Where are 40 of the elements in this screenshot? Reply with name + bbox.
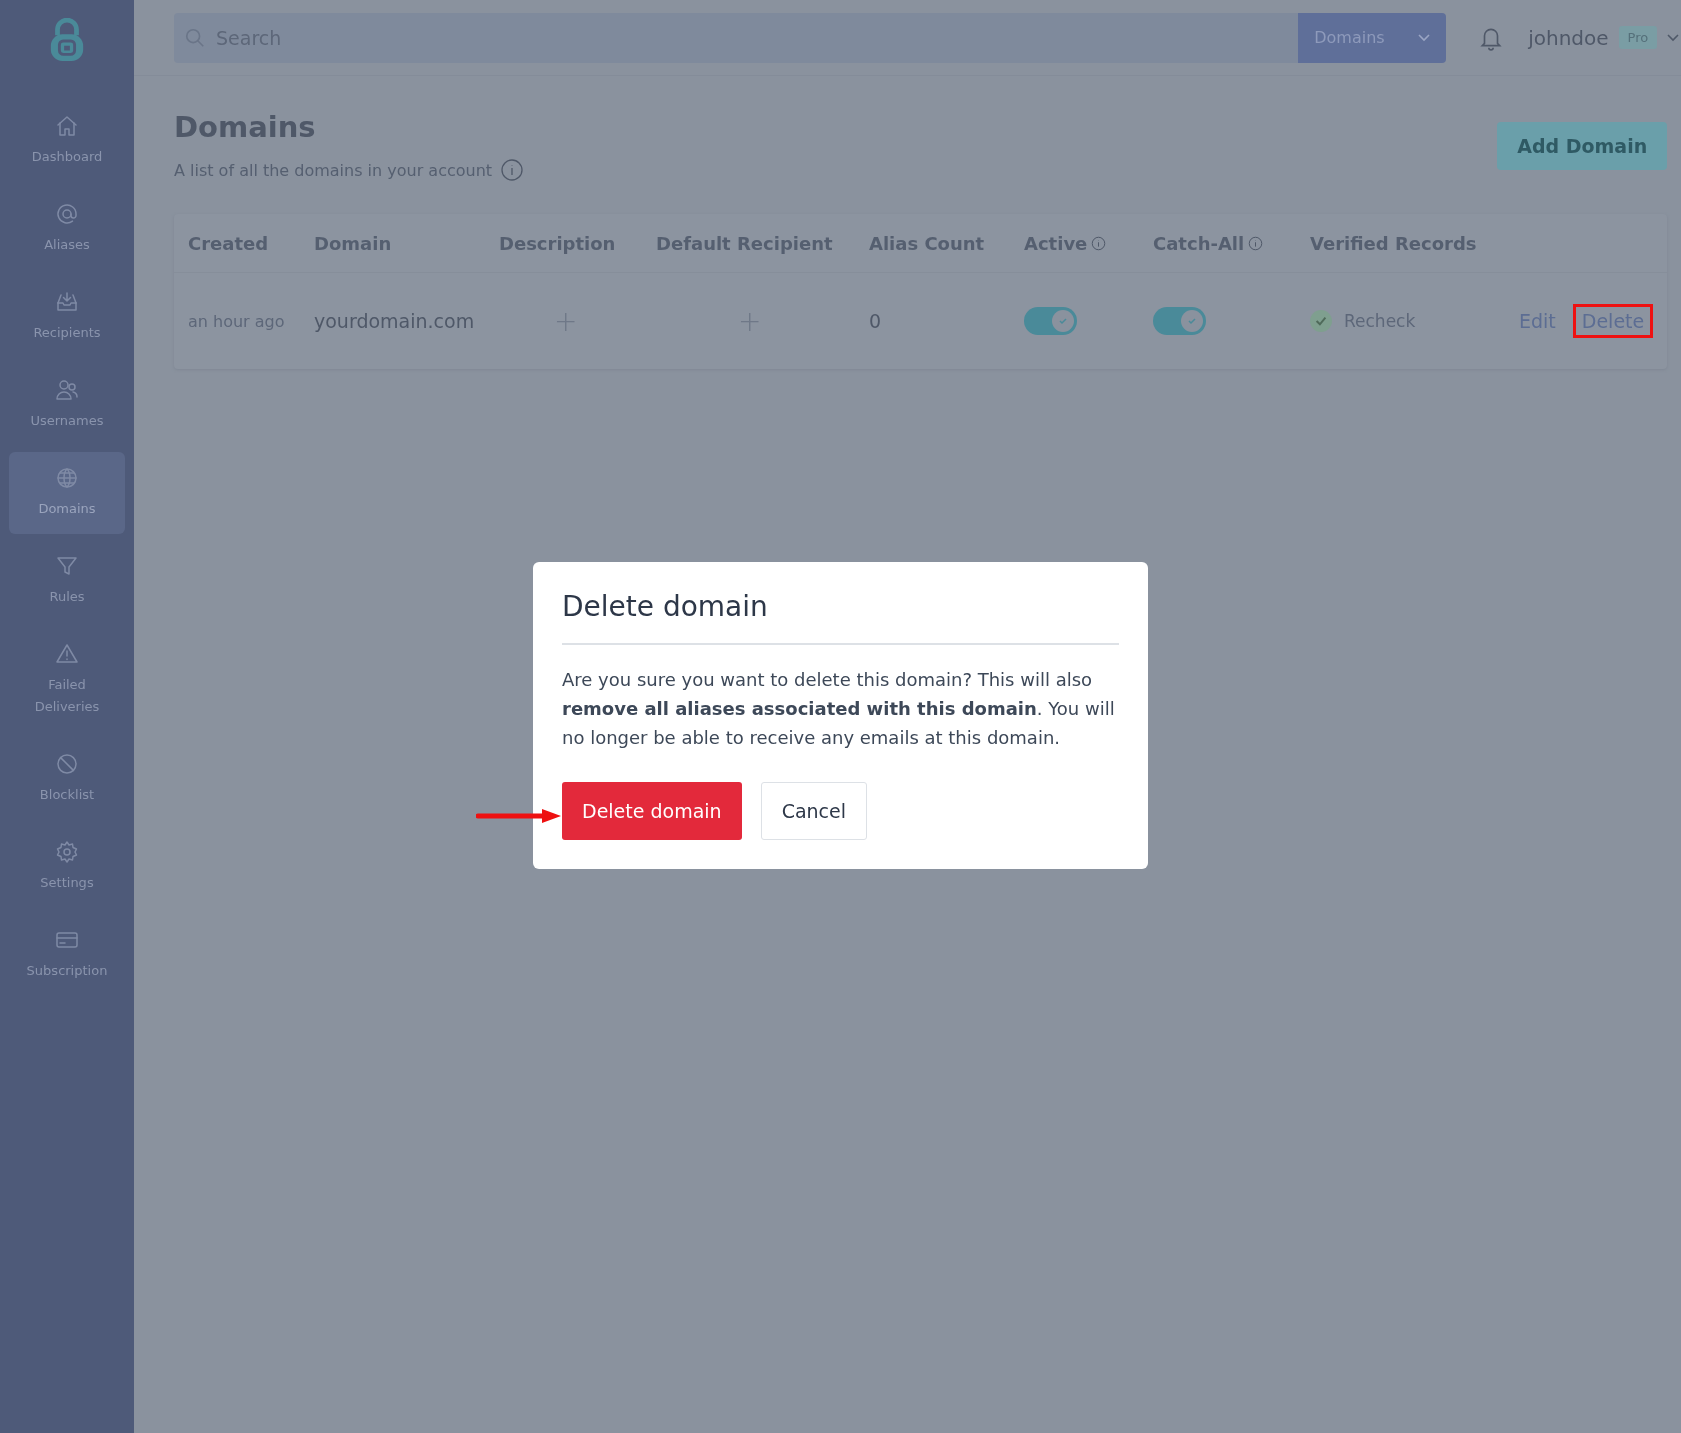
alias-count: 0 [869,310,882,332]
info-icon[interactable] [1248,235,1264,251]
sidebar-item[interactable]: Domains [9,452,125,534]
add-description-button[interactable]: + [554,304,578,338]
globe-icon [55,466,79,490]
warning-icon [55,642,79,666]
inbox-icon [55,290,79,314]
sidebar-item[interactable]: Aliases [9,188,125,270]
domain-name: yourdomain.com [314,310,475,332]
info-icon[interactable] [500,158,525,182]
active-toggle[interactable] [1024,307,1077,335]
sidebar-item[interactable]: Usernames [9,364,125,446]
check-icon [1187,316,1197,326]
info-icon[interactable] [1091,235,1107,251]
catch-all-toggle[interactable] [1153,307,1206,335]
username: johndoe [1528,25,1609,50]
sidebar-item[interactable]: Subscription [9,914,125,996]
add-domain-button[interactable]: Add Domain [1497,122,1668,170]
ban-icon [55,752,79,776]
dialog-message: Are you sure you want to delete this domain? This will also remove all aliases associated with this domain. You will no longer be able to receive any emails at this domain. [562,668,1116,750]
sidebar-item[interactable]: Blocklist [9,738,125,820]
sidebar-item[interactable]: Dashboard [9,100,125,182]
add-recipient-button[interactable]: + [738,304,762,338]
settings-icon [55,840,79,864]
cancel-button[interactable]: Cancel [760,782,867,840]
delete-domain-button[interactable]: Delete domain [562,782,742,840]
sidebar-item[interactable]: Rules [9,540,125,622]
check-icon [1058,316,1068,326]
sidebar-item[interactable]: Settings [9,826,125,908]
sidebar-item[interactable]: Failed Deliveries [9,628,125,732]
page-title: Domains [174,110,317,144]
dialog-title: Delete domain [562,590,1119,645]
at-sign-icon [55,202,79,226]
home-icon [55,114,79,138]
users-icon [55,378,79,402]
padlock-logo-icon [48,18,86,64]
chevron-down-icon [1418,33,1431,42]
filter-icon [55,554,79,578]
sidebar-item[interactable]: Recipients [9,276,125,358]
chevron-down-icon [1667,33,1680,42]
